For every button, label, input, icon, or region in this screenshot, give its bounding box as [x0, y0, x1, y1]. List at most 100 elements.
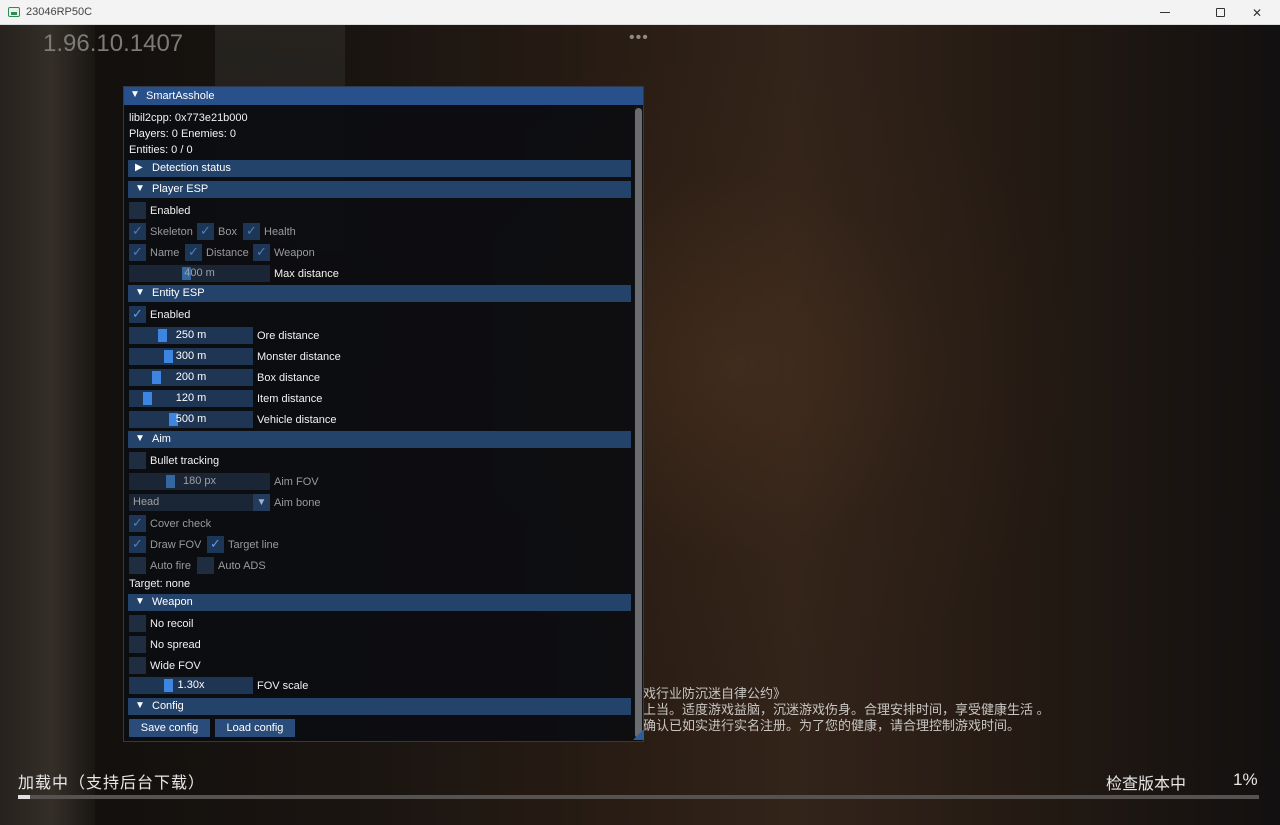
ore-distance-slider[interactable]: 250 m — [129, 327, 253, 344]
slider-value: 500 m — [175, 413, 207, 425]
wide-fov-checkbox[interactable] — [129, 657, 146, 674]
entities-count: Entities: 0 / 0 — [129, 144, 193, 156]
weapon-checkbox[interactable]: ✓ — [253, 244, 270, 261]
scrollbar-thumb[interactable] — [635, 108, 642, 738]
chevron-down-icon[interactable]: ▼ — [253, 494, 270, 511]
target-line-checkbox[interactable]: ✓ — [207, 536, 224, 553]
header-label: Entity ESP — [152, 287, 205, 299]
check-icon: ✓ — [132, 244, 143, 259]
slider-value: 250 m — [175, 329, 207, 341]
header-player-esp[interactable]: ▼ Player ESP — [128, 181, 631, 198]
distance-checkbox[interactable]: ✓ — [185, 244, 202, 261]
checkbox-label: Target line — [228, 539, 279, 551]
skeleton-checkbox[interactable]: ✓ — [129, 223, 146, 240]
aim-fov-slider[interactable]: 180 px — [129, 473, 270, 490]
resize-grip-icon[interactable] — [633, 729, 644, 740]
version-check-status: 检查版本中 — [1106, 776, 1187, 793]
checkbox-label: Health — [264, 226, 296, 238]
window-titlebar[interactable]: 23046RP50C ✕ — [0, 0, 1280, 25]
collapse-arrow-icon: ▼ — [135, 596, 145, 607]
close-button[interactable]: ✕ — [1234, 0, 1280, 25]
checkbox-label: Weapon — [274, 247, 315, 259]
minimize-button[interactable] — [1142, 0, 1188, 25]
player-esp-enabled-checkbox[interactable] — [129, 202, 146, 219]
version-label: 1.96.10.1407 — [43, 30, 184, 57]
fov-scale-slider[interactable]: 1.30x — [129, 677, 253, 694]
notice-line: 确认已如实进行实名注册。为了您的健康，请合理控制游戏时间。 — [643, 718, 1021, 733]
slider-label: Ore distance — [257, 330, 320, 342]
header-detection-status[interactable]: ▶ Detection status — [128, 160, 631, 177]
collapse-arrow-icon: ▼ — [135, 287, 145, 298]
checkbox-label: Name — [150, 247, 180, 259]
slider-value: 1.30x — [177, 679, 205, 691]
checkbox-label: Wide FOV — [150, 660, 201, 672]
lib-address: libil2cpp: 0x773e21b000 — [129, 112, 248, 124]
slider-value: 120 m — [175, 392, 207, 404]
collapse-arrow-icon: ▼ — [135, 433, 145, 444]
health-checkbox[interactable]: ✓ — [243, 223, 260, 240]
checkbox-label: Cover check — [150, 518, 212, 530]
header-aim[interactable]: ▼ Aim — [128, 431, 631, 448]
checkbox-label: No spread — [150, 639, 201, 651]
menu-title: SmartAsshole — [146, 90, 215, 102]
checkbox-label: Box — [218, 226, 237, 238]
check-icon: ✓ — [132, 536, 143, 551]
collapse-arrow-icon: ▼ — [135, 183, 145, 194]
checkbox-label: Auto ADS — [218, 560, 266, 572]
checkbox-label: Draw FOV — [150, 539, 202, 551]
menu-titlebar[interactable]: ▼ SmartAsshole — [124, 87, 643, 105]
checkbox-label: Auto fire — [150, 560, 191, 572]
no-recoil-checkbox[interactable] — [129, 615, 146, 632]
item-distance-slider[interactable]: 120 m — [129, 390, 253, 407]
box-checkbox[interactable]: ✓ — [197, 223, 214, 240]
bullet-tracking-checkbox[interactable] — [129, 452, 146, 469]
box-distance-slider[interactable]: 200 m — [129, 369, 253, 386]
check-icon: ✓ — [132, 306, 143, 321]
select-label: Aim bone — [274, 497, 321, 509]
slider-value: 200 m — [175, 371, 207, 383]
more-dots-icon[interactable]: ••• — [629, 29, 649, 47]
background-tree — [0, 25, 95, 825]
vehicle-distance-slider[interactable]: 500 m — [129, 411, 253, 428]
menu-scrollbar[interactable] — [634, 106, 643, 740]
close-icon: ✕ — [1251, 5, 1263, 20]
checkbox-label: Enabled — [150, 205, 191, 217]
monster-distance-slider[interactable]: 300 m — [129, 348, 253, 365]
header-entity-esp[interactable]: ▼ Entity ESP — [128, 285, 631, 302]
select-value: Head — [133, 496, 160, 508]
cheat-menu-window[interactable]: ▼ SmartAsshole libil2cpp: 0x773e21b000 P… — [123, 86, 644, 742]
auto-ads-checkbox[interactable] — [197, 557, 214, 574]
checkbox-label: Skeleton — [150, 226, 193, 238]
header-label: Weapon — [152, 596, 193, 608]
load-config-button[interactable]: Load config — [215, 719, 295, 737]
draw-fov-checkbox[interactable]: ✓ — [129, 536, 146, 553]
check-icon: ✓ — [188, 244, 199, 259]
aim-bone-select[interactable]: Head ▼ — [129, 494, 270, 511]
header-weapon[interactable]: ▼ Weapon — [128, 594, 631, 611]
slider-label: Monster distance — [257, 351, 341, 363]
save-config-button[interactable]: Save config — [129, 719, 210, 737]
progress-percent: 1% — [1233, 770, 1258, 789]
loading-status: 加载中（支持后台下载） — [18, 775, 206, 792]
check-icon: ✓ — [200, 223, 211, 238]
header-config[interactable]: ▼ Config — [128, 698, 631, 715]
no-spread-checkbox[interactable] — [129, 636, 146, 653]
entity-esp-enabled-checkbox[interactable]: ✓ — [129, 306, 146, 323]
slider-label: Item distance — [257, 393, 323, 405]
loading-progress-bar — [18, 795, 1259, 799]
check-icon: ✓ — [246, 223, 257, 238]
name-checkbox[interactable]: ✓ — [129, 244, 146, 261]
checkbox-label: Bullet tracking — [150, 455, 220, 467]
header-label: Config — [152, 700, 184, 712]
header-label: Detection status — [152, 162, 231, 174]
slider-label: Box distance — [257, 372, 320, 384]
players-count: Players: 0 Enemies: 0 — [129, 128, 236, 140]
checkbox-label: Enabled — [150, 309, 191, 321]
slider-label: Aim FOV — [274, 476, 319, 488]
max-distance-slider[interactable]: 400 m — [129, 265, 270, 282]
auto-fire-checkbox[interactable] — [129, 557, 146, 574]
collapse-arrow-icon[interactable]: ▼ — [130, 89, 140, 100]
check-icon: ✓ — [256, 244, 267, 259]
cover-check-checkbox[interactable]: ✓ — [129, 515, 146, 532]
header-label: Player ESP — [152, 183, 209, 195]
